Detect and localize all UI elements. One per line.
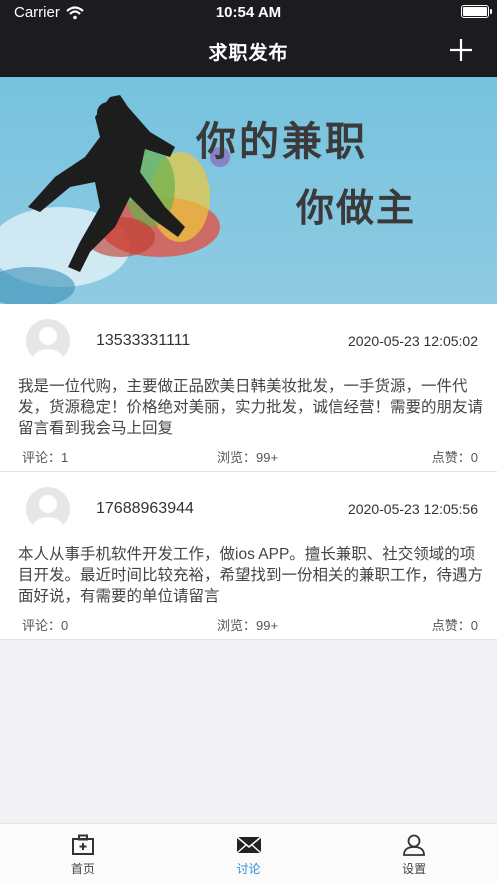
like-count[interactable]: 点赞：0 [432, 615, 478, 634]
post-phone: 13533331111 [96, 332, 191, 349]
tab-discussion[interactable]: 讨论 [166, 824, 332, 883]
post-content: 本人从事手机软件开发工作，做ios APP。擅长兼职、社交领域的项目开发。最近时… [18, 546, 484, 605]
medical-kit-icon [71, 834, 94, 855]
person-icon [403, 834, 426, 856]
add-post-button[interactable] [449, 38, 473, 62]
banner-slogan: 你的兼职 你做主 [196, 109, 416, 232]
tab-bar: 首页 讨论 设置 [0, 823, 497, 883]
post-card[interactable]: 17688963944 2020-05-23 12:05:56 本人从事手机软件… [0, 472, 497, 640]
avatar [26, 487, 70, 531]
post-list: 13533331111 2020-05-23 12:05:02 我是一位代购，主… [0, 304, 497, 640]
clock: 10:54 AM [215, 4, 282, 21]
comment-count[interactable]: 评论：0 [22, 615, 68, 634]
avatar-placeholder-icon [32, 327, 64, 363]
avatar [26, 319, 70, 363]
avatar-placeholder-icon [32, 495, 64, 531]
view-count: 浏览：99+ [217, 450, 279, 465]
post-date: 2020-05-23 12:05:56 [348, 501, 478, 517]
status-bar: Carrier 10:54 AM [0, 0, 497, 26]
page-title: 求职发布 [208, 43, 289, 64]
tab-home-label: 首页 [70, 862, 95, 876]
tab-home[interactable]: 首页 [0, 824, 166, 883]
post-content: 我是一位代购，主要做正品欧美日韩美妆批发，一手货源，一件代发，货源稳定！价格绝对… [18, 378, 484, 437]
tab-settings-label: 设置 [402, 862, 427, 876]
banner[interactable]: 你的兼职 你做主 [0, 77, 497, 304]
top-bar: Carrier 10:54 AM 求职发布 [0, 0, 497, 77]
post-phone: 17688963944 [96, 500, 194, 517]
comment-count[interactable]: 评论：1 [22, 447, 68, 466]
view-count: 浏览：99+ [217, 618, 279, 633]
banner-line-2: 你做主 [296, 186, 417, 230]
tab-settings[interactable]: 设置 [331, 824, 497, 883]
battery-icon [461, 5, 492, 18]
like-count[interactable]: 点赞：0 [432, 447, 478, 466]
post-card[interactable]: 13533331111 2020-05-23 12:05:02 我是一位代购，主… [0, 304, 497, 472]
mail-icon [235, 836, 262, 854]
post-date: 2020-05-23 12:05:02 [348, 333, 478, 349]
banner-line-1: 你的兼职 [196, 119, 368, 165]
tab-discussion-label: 讨论 [236, 862, 261, 876]
